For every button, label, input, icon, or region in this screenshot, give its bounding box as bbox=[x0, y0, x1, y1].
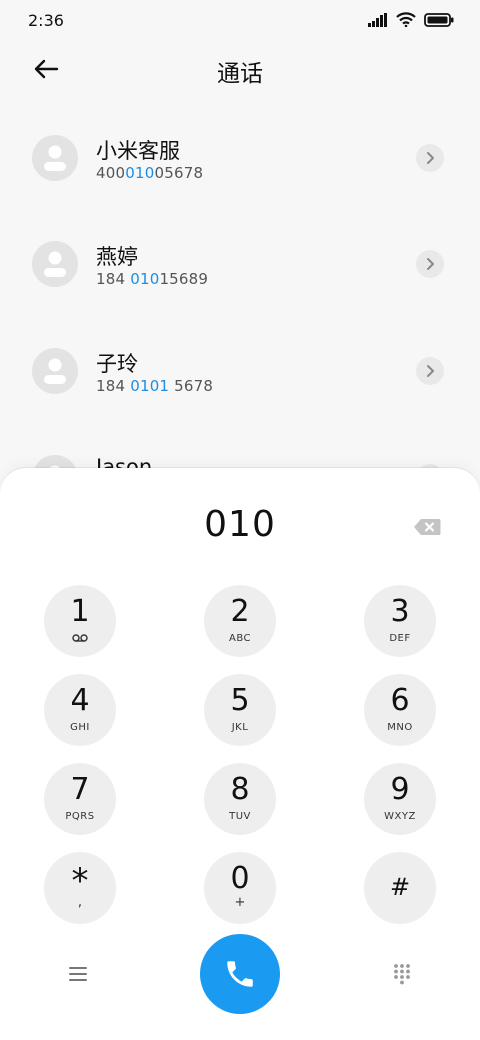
key-letters: TUV bbox=[229, 811, 251, 822]
person-icon bbox=[44, 251, 66, 277]
number-part: 5678 bbox=[169, 377, 214, 395]
key-1[interactable]: 1 bbox=[44, 585, 116, 657]
contact-detail-button[interactable] bbox=[416, 144, 444, 172]
key-letters: JKL bbox=[231, 722, 249, 733]
number-part: 184 bbox=[96, 377, 131, 395]
key-0[interactable]: 0 + bbox=[204, 852, 276, 924]
key-letters: ABC bbox=[228, 633, 251, 644]
key-5[interactable]: 5 JKL bbox=[204, 674, 276, 746]
contact-name: 燕婷 bbox=[96, 245, 138, 269]
status-icons bbox=[368, 12, 454, 27]
chevron-right-icon bbox=[427, 258, 434, 270]
header: 通话 bbox=[0, 40, 480, 100]
avatar bbox=[32, 241, 78, 287]
key-digit: * bbox=[71, 861, 89, 901]
backspace-icon bbox=[414, 519, 441, 535]
dialed-number: 010 bbox=[204, 504, 276, 545]
menu-icon bbox=[69, 967, 87, 981]
chevron-right-icon bbox=[427, 365, 434, 377]
dialer-panel: 010 1 2 ABC 3 DEF 4 GHI 5 JKL 6 MNO 7 PQ… bbox=[0, 468, 480, 1040]
key-digit: 3 bbox=[390, 594, 410, 629]
key-4[interactable]: 4 GHI bbox=[44, 674, 116, 746]
key-2[interactable]: 2 ABC bbox=[204, 585, 276, 657]
keypad-toggle-button[interactable] bbox=[382, 954, 422, 994]
backspace-button[interactable] bbox=[410, 514, 444, 540]
number-part: 15689 bbox=[159, 270, 209, 288]
menu-button[interactable] bbox=[58, 954, 98, 994]
key-3[interactable]: 3 DEF bbox=[364, 585, 436, 657]
contact-detail-button[interactable] bbox=[416, 250, 444, 278]
page-title: 通话 bbox=[217, 61, 263, 87]
key-letters: + bbox=[234, 895, 246, 910]
key-letters: , bbox=[77, 895, 83, 910]
person-icon bbox=[44, 145, 66, 171]
contact-number: 184 0101 5678 bbox=[96, 377, 213, 395]
key-digit: 1 bbox=[70, 594, 90, 629]
number-match: 010 bbox=[130, 270, 160, 288]
voicemail-icon bbox=[72, 634, 88, 642]
contact-row[interactable]: 子玲 184 0101 5678 bbox=[0, 313, 480, 419]
key-star[interactable]: * , bbox=[44, 852, 116, 924]
contact-detail-button[interactable] bbox=[416, 357, 444, 385]
key-digit: 4 bbox=[70, 683, 90, 718]
key-digit: 8 bbox=[230, 772, 250, 807]
status-time: 2:36 bbox=[28, 11, 64, 30]
key-hash[interactable]: # bbox=[364, 852, 436, 924]
contact-name: 小米客服 bbox=[96, 139, 180, 163]
contact-name: 子玲 bbox=[96, 352, 138, 376]
person-icon bbox=[44, 358, 66, 384]
keypad-icon bbox=[394, 964, 410, 985]
number-match: 0101 bbox=[130, 377, 170, 395]
key-letters: WXYZ bbox=[384, 811, 416, 822]
key-digit: 5 bbox=[230, 683, 250, 718]
contact-number: 40001005678 bbox=[96, 164, 203, 182]
key-letters: GHI bbox=[70, 722, 90, 733]
key-letters: DEF bbox=[389, 633, 411, 644]
call-button[interactable] bbox=[200, 934, 280, 1014]
signal-icon bbox=[368, 12, 387, 27]
number-part: 05678 bbox=[154, 164, 204, 182]
number-part: 184 bbox=[96, 270, 131, 288]
status-bar: 2:36 bbox=[0, 0, 480, 40]
key-9[interactable]: 9 WXYZ bbox=[364, 763, 436, 835]
key-8[interactable]: 8 TUV bbox=[204, 763, 276, 835]
key-letters: PQRS bbox=[65, 811, 95, 822]
battery-icon bbox=[424, 12, 454, 27]
key-digit: 7 bbox=[70, 772, 90, 807]
key-digit: 9 bbox=[390, 772, 410, 807]
contact-row[interactable]: 小米客服 40001005678 bbox=[0, 100, 480, 206]
number-match: 010 bbox=[125, 164, 155, 182]
contact-row[interactable]: 燕婷 184 01015689 bbox=[0, 206, 480, 312]
key-digit: 2 bbox=[230, 594, 250, 629]
key-6[interactable]: 6 MNO bbox=[364, 674, 436, 746]
key-digit: # bbox=[389, 873, 411, 901]
phone-icon bbox=[227, 961, 253, 987]
key-7[interactable]: 7 PQRS bbox=[44, 763, 116, 835]
avatar bbox=[32, 348, 78, 394]
avatar bbox=[32, 135, 78, 181]
contact-list: 小米客服 40001005678 燕婷 184 01015689 子玲 184 … bbox=[0, 100, 480, 480]
key-letters: MNO bbox=[387, 722, 413, 733]
number-part: 400 bbox=[96, 164, 126, 182]
key-digit: 6 bbox=[390, 683, 410, 718]
contact-number: 184 01015689 bbox=[96, 270, 208, 288]
chevron-right-icon bbox=[427, 152, 434, 164]
key-digit: 0 bbox=[230, 861, 250, 896]
wifi-icon bbox=[396, 12, 416, 27]
